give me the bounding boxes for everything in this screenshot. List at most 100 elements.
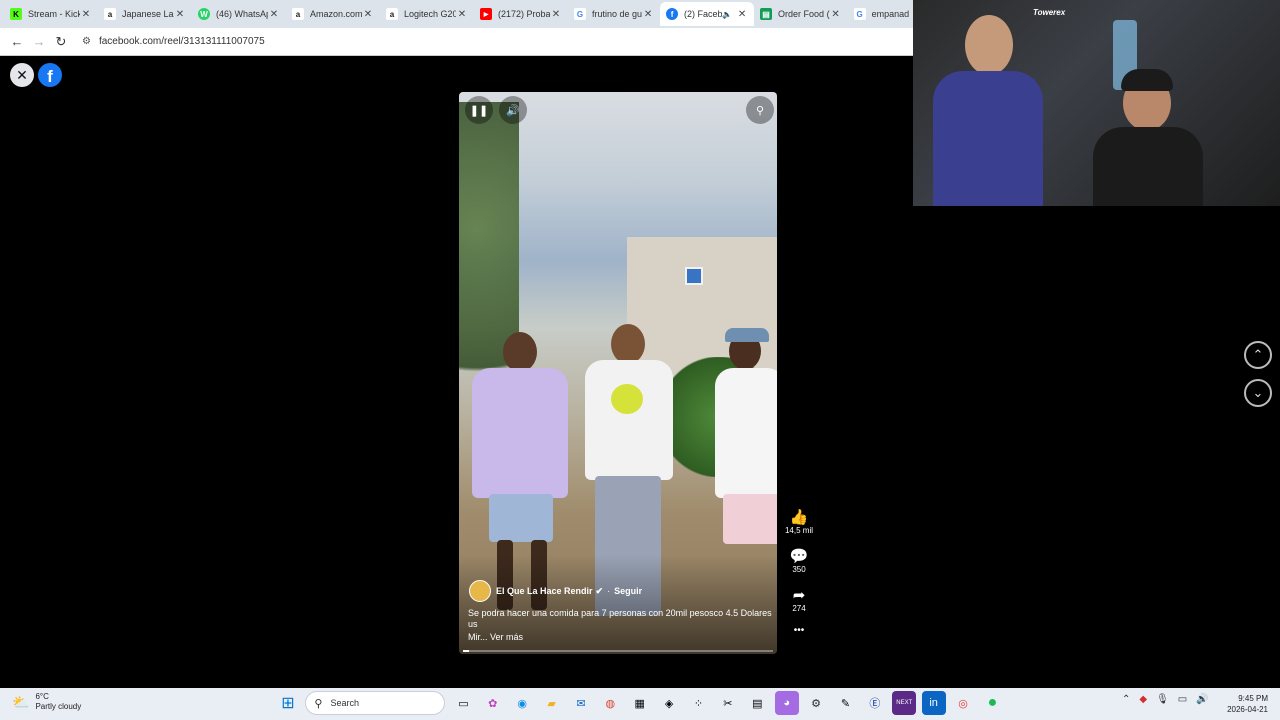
tab-title: frutino de gu xyxy=(592,9,643,19)
see-more-link[interactable]: Mir... Ver más xyxy=(468,632,523,642)
tab-close-icon[interactable]: ✕ xyxy=(362,9,374,20)
tab-kick[interactable]: K Stream - Kick ✕ xyxy=(4,2,98,26)
facebook-icon: f xyxy=(666,8,679,20)
tab-title: Order Food ( xyxy=(778,9,830,19)
chevron-up-icon[interactable]: ⌃ xyxy=(1122,694,1130,705)
tab-close-icon[interactable]: ✕ xyxy=(174,9,186,20)
avatar[interactable] xyxy=(469,580,491,602)
security-icon[interactable]: ◆ xyxy=(1139,694,1147,705)
tab-close-icon[interactable]: ✕ xyxy=(80,9,92,20)
tab-facebook[interactable]: f (2) Faceb 🔈 ✕ xyxy=(660,2,755,26)
streamer-right xyxy=(1093,69,1203,206)
url-field[interactable]: ⚙ facebook.com/reel/313131111007075 xyxy=(82,36,265,47)
search-icon: ⚲ xyxy=(314,697,323,710)
share-icon: ➦ xyxy=(792,587,806,604)
tab-title: (2172) Proba xyxy=(498,9,550,19)
display-icon[interactable]: ▭ xyxy=(1178,694,1187,705)
discord-icon[interactable]: ◕ xyxy=(774,691,799,715)
tab-google-empanada[interactable]: G empanad xyxy=(848,2,916,26)
outlook-icon[interactable]: ✉ xyxy=(569,691,593,715)
tab-title: Japanese Lan xyxy=(122,9,174,19)
recorder-icon[interactable]: ◎ xyxy=(951,691,975,715)
weather-widget[interactable]: ⛅ 6°C Partly cloudy xyxy=(12,692,81,712)
reload-button[interactable]: ↻ xyxy=(50,31,72,53)
like-count: 14,5 mil xyxy=(784,526,813,535)
comment-count: 350 xyxy=(792,565,806,574)
like-button[interactable]: 👍 14,5 mil xyxy=(782,508,816,535)
tab-close-icon[interactable]: ✕ xyxy=(268,9,280,20)
comment-button[interactable]: 💬 350 xyxy=(782,547,816,574)
share-button[interactable]: ➦ 274 xyxy=(782,586,816,613)
separator: · xyxy=(607,586,611,596)
amazon-icon: a xyxy=(386,8,398,20)
copilot-icon[interactable]: ✿ xyxy=(481,691,505,715)
tab-close-icon[interactable]: ✕ xyxy=(550,9,562,20)
tab-title: empanad xyxy=(871,9,910,19)
tab-title: (46) WhatsAp xyxy=(216,9,268,19)
reel-actions: 👍 14,5 mil 💬 350 ➦ 274 ••• xyxy=(782,508,816,648)
notes-icon[interactable]: ▤ xyxy=(745,691,769,715)
next-icon[interactable]: NEXT xyxy=(892,691,917,715)
tab-google-frutino[interactable]: G frutino de gu ✕ xyxy=(568,2,660,26)
forward-button[interactable]: → xyxy=(28,31,50,53)
capcut-icon[interactable]: ✂ xyxy=(716,691,740,715)
tab-whatsapp[interactable]: W (46) WhatsAp ✕ xyxy=(192,2,286,26)
taskbar-apps: ⊞ ⚲ Search ▭ ✿ ◉ ▰ ✉ ◍ ▦ ◈ ⁘ ✂ ▤ ◕ ⚙ ✎ Ⓔ… xyxy=(276,691,1010,715)
youtube-icon: ▶ xyxy=(480,8,492,20)
previous-reel-button[interactable]: ⌃ xyxy=(1244,341,1272,369)
next-reel-button[interactable]: ⌄ xyxy=(1244,379,1272,407)
task-view-icon[interactable]: ▭ xyxy=(451,691,475,715)
speaker-icon[interactable]: 🔈 xyxy=(722,10,732,19)
search-icon[interactable]: ⚲ xyxy=(746,96,774,124)
tab-order-food[interactable]: ▤ Order Food ( ✕ xyxy=(754,2,848,26)
chrome-icon[interactable]: ◍ xyxy=(598,691,622,715)
reel-video[interactable]: ❚❚ 🔊 ⚲ El Que La Hace Rendir ✔ · Seguir … xyxy=(459,92,777,654)
store-icon[interactable]: ▦ xyxy=(628,691,652,715)
edge-icon[interactable]: ◉ xyxy=(510,691,534,715)
file-explorer-icon[interactable]: ▰ xyxy=(540,691,564,715)
site-settings-icon[interactable]: ⚙ xyxy=(82,36,91,47)
weather-temp: 6°C xyxy=(35,692,49,701)
google-icon: G xyxy=(574,8,586,20)
clock[interactable]: 9:45 PM 2026-04-21 xyxy=(1226,693,1268,715)
pause-button[interactable]: ❚❚ xyxy=(465,96,493,124)
tab-amazon[interactable]: a Amazon.com ✕ xyxy=(286,2,380,26)
pen-icon[interactable]: ✎ xyxy=(833,691,857,715)
tab-close-icon[interactable]: ✕ xyxy=(456,9,468,20)
tab-title: Amazon.com xyxy=(310,9,362,19)
more-icon: ••• xyxy=(793,625,805,636)
amazon-icon: a xyxy=(104,8,116,20)
vpn-icon[interactable]: ◈ xyxy=(657,691,681,715)
author-name[interactable]: El Que La Hace Rendir xyxy=(496,586,593,596)
back-button[interactable]: ← xyxy=(6,31,28,53)
sheets-icon: ▤ xyxy=(760,8,773,20)
ea-icon[interactable]: Ⓔ xyxy=(863,691,887,715)
webcam-overlay: Towerex xyxy=(913,0,1280,206)
tab-title: Stream - Kick xyxy=(28,9,80,19)
taskbar-search[interactable]: ⚲ Search xyxy=(305,691,446,715)
tab-logitech[interactable]: a Logitech G20 ✕ xyxy=(380,2,474,26)
clock-date: 2026-04-21 xyxy=(1227,705,1268,714)
volume-button[interactable]: 🔊 xyxy=(499,96,527,124)
start-icon[interactable]: ⊞ xyxy=(276,691,300,715)
tab-youtube[interactable]: ▶ (2172) Proba ✕ xyxy=(474,2,568,26)
volume-icon[interactable]: 🔊 xyxy=(1196,694,1208,705)
google-icon: G xyxy=(853,8,866,20)
tab-close-icon[interactable]: ✕ xyxy=(830,9,842,20)
address-bar: ← → ↻ ⚙ facebook.com/reel/31313111100707… xyxy=(0,28,913,56)
facebook-logo-icon[interactable]: f xyxy=(38,63,62,87)
video-progress-bar[interactable] xyxy=(463,650,773,652)
steam-icon[interactable]: ⚙ xyxy=(804,691,828,715)
more-options-button[interactable]: ••• xyxy=(782,625,816,636)
close-reel-button[interactable]: ✕ xyxy=(10,63,34,87)
tab-title: Logitech G20 xyxy=(404,9,456,19)
tab-close-icon[interactable]: ✕ xyxy=(736,9,748,20)
tab-close-icon[interactable]: ✕ xyxy=(642,9,654,20)
microphone-icon[interactable]: 🎙 xyxy=(1156,694,1169,705)
tab-japanese[interactable]: a Japanese Lan ✕ xyxy=(98,2,192,26)
linkedin-icon[interactable]: in xyxy=(921,691,946,715)
amazon-icon: a xyxy=(292,8,304,20)
follow-button[interactable]: Seguir xyxy=(614,586,642,596)
spotify-icon[interactable]: ● xyxy=(980,691,1004,715)
apps-grid-icon[interactable]: ⁘ xyxy=(687,691,711,715)
